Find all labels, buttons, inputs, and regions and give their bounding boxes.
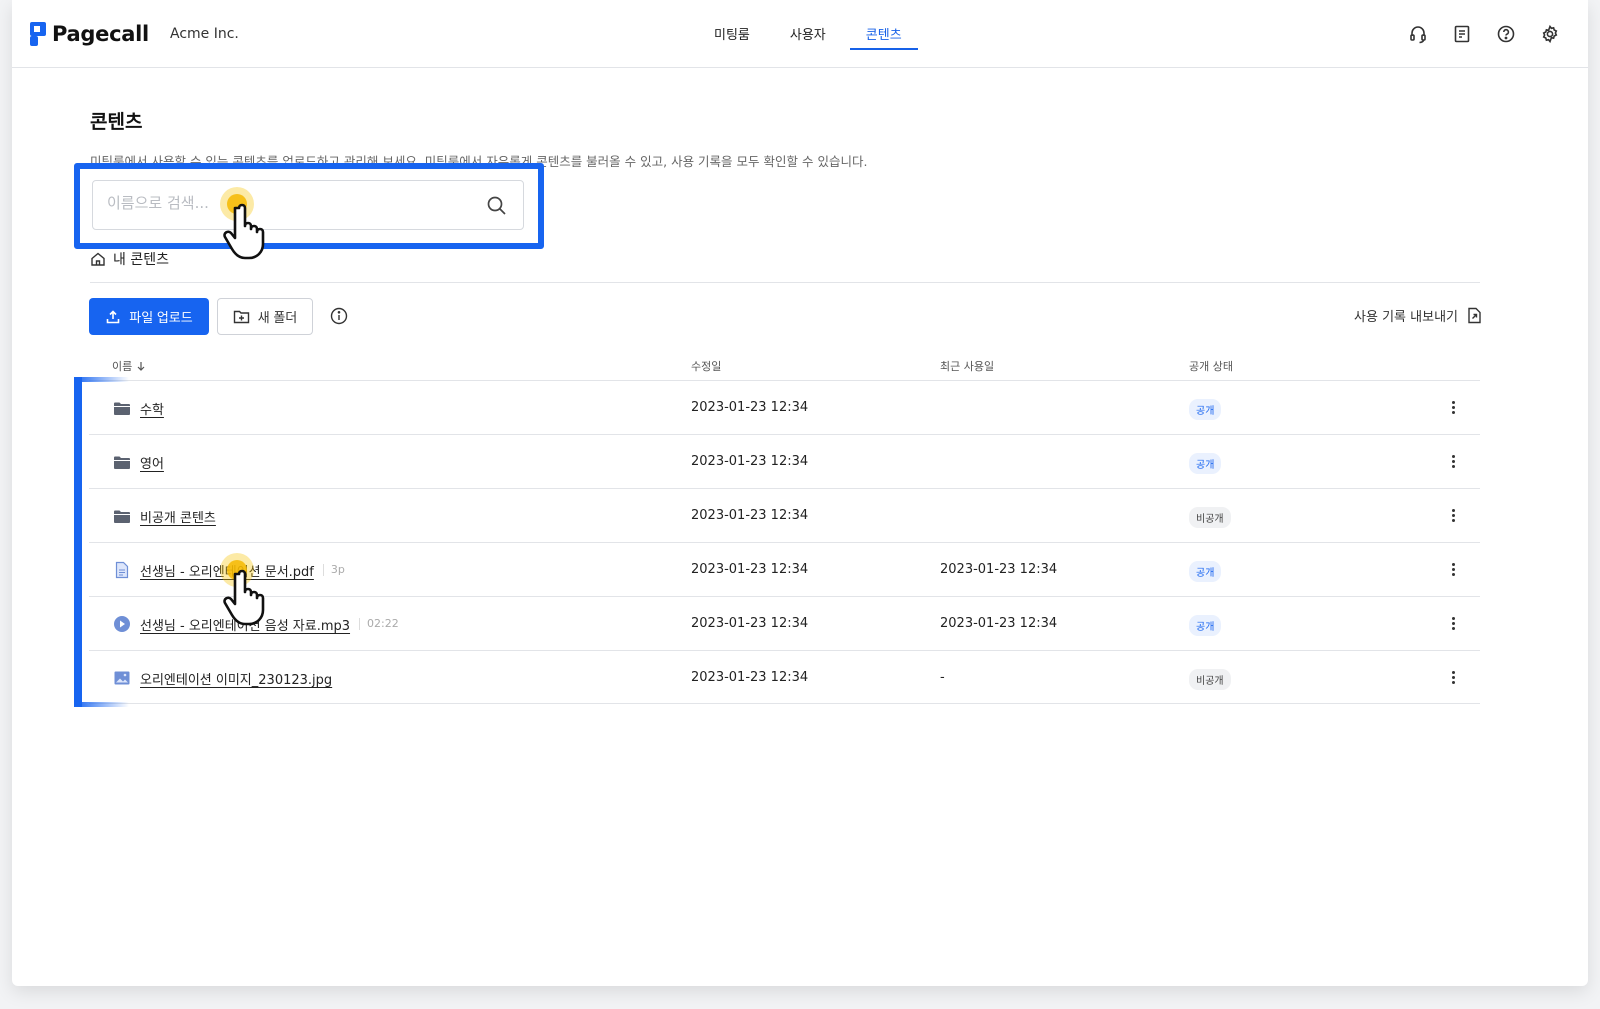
- row-name-link[interactable]: 수학: [140, 399, 164, 418]
- upload-file-label: 파일 업로드: [129, 310, 193, 325]
- page-title: 콘텐츠: [90, 111, 143, 133]
- info-icon[interactable]: [330, 307, 348, 325]
- table-row[interactable]: 비공개 콘텐츠 2023-01-23 12:34 비공개: [89, 488, 1480, 542]
- hand-pointer-icon: [220, 553, 265, 626]
- status-badge: 비공개: [1189, 507, 1231, 528]
- more-options-icon[interactable]: [1452, 401, 1456, 415]
- folder-icon: [114, 402, 130, 415]
- header-name-label: 이름: [112, 360, 133, 373]
- status-badge: 공개: [1189, 399, 1222, 420]
- list-highlight-frame: [74, 377, 82, 707]
- more-options-icon[interactable]: [1452, 509, 1456, 523]
- row-modified: 2023-01-23 12:34: [691, 562, 809, 577]
- header-icons: [1408, 24, 1560, 44]
- top-bar: Pagecall Acme Inc. 미팅룸 사용자 콘텐츠: [12, 0, 1588, 68]
- pagecall-logo-icon: [30, 22, 46, 46]
- row-name-link[interactable]: 비공개 콘텐츠: [140, 507, 216, 526]
- row-modified: 2023-01-23 12:34: [691, 454, 809, 469]
- search-highlight-frame: [74, 163, 544, 249]
- status-badge: 공개: [1189, 453, 1222, 474]
- table-row[interactable]: 영어 2023-01-23 12:34 공개: [89, 434, 1480, 488]
- sort-down-icon: [137, 362, 145, 371]
- more-options-icon[interactable]: [1452, 455, 1456, 469]
- row-name-cell: 비공개 콘텐츠: [113, 489, 216, 543]
- row-last-used: 2023-01-23 12:34: [940, 616, 1058, 631]
- page-count: 3p: [322, 564, 345, 576]
- breadcrumb-label: 내 콘텐츠: [113, 252, 169, 268]
- table-row[interactable]: 선생님 - 오리엔테이션 음성 자료.mp3 02:22 2023-01-23 …: [89, 596, 1480, 650]
- upload-file-button[interactable]: 파일 업로드: [89, 298, 209, 335]
- divider: [90, 282, 1480, 283]
- table-row[interactable]: 선생님 - 오리엔테이션 문서.pdf 3p 2023-01-23 12:34 …: [89, 542, 1480, 596]
- header-status: 공개 상태: [1189, 358, 1233, 374]
- row-name-cell: 수학: [113, 381, 164, 435]
- document-icon[interactable]: [1452, 24, 1472, 44]
- row-name-link[interactable]: 영어: [140, 453, 164, 472]
- upload-icon: [106, 309, 120, 323]
- headset-icon[interactable]: [1408, 24, 1428, 44]
- header-last-used-label: 최근 사용일: [940, 360, 995, 373]
- status-badge: 공개: [1189, 561, 1222, 582]
- main-nav: 미팅룸 사용자 콘텐츠: [694, 0, 918, 68]
- header-modified: 수정일: [691, 358, 721, 374]
- pdf-document-icon: [115, 561, 129, 579]
- row-modified: 2023-01-23 12:34: [691, 616, 809, 631]
- row-modified: 2023-01-23 12:34: [691, 400, 809, 415]
- status-badge: 비공개: [1189, 669, 1231, 690]
- org-name: Acme Inc.: [170, 26, 239, 42]
- nav-meetings[interactable]: 미팅룸: [694, 0, 770, 50]
- more-options-icon[interactable]: [1452, 617, 1456, 631]
- header-name[interactable]: 이름: [112, 358, 146, 374]
- status-badge: 공개: [1189, 615, 1222, 636]
- row-name-cell: 영어: [113, 435, 164, 489]
- row-name-link[interactable]: 오리엔테이션 이미지_230123.jpg: [140, 669, 332, 688]
- header-last-used: 최근 사용일: [940, 358, 994, 374]
- hand-pointer-icon: [220, 187, 265, 260]
- export-usage-label: 사용 기록 내보내기: [1354, 310, 1458, 325]
- audio-play-icon: [114, 616, 130, 632]
- row-last-used: 2023-01-23 12:34: [940, 562, 1058, 577]
- table-row[interactable]: 오리엔테이션 이미지_230123.jpg 2023-01-23 12:34 -…: [89, 650, 1480, 704]
- logo[interactable]: Pagecall: [30, 22, 149, 46]
- image-file-icon: [114, 671, 130, 685]
- row-modified: 2023-01-23 12:34: [691, 508, 809, 523]
- row-modified: 2023-01-23 12:34: [691, 670, 809, 685]
- new-folder-button[interactable]: 새 폴더: [217, 298, 313, 335]
- folder-icon: [114, 510, 130, 523]
- list-highlight-bottom: [74, 702, 129, 707]
- audio-duration: 02:22: [359, 618, 399, 630]
- export-usage-button[interactable]: 사용 기록 내보내기: [1354, 306, 1482, 325]
- app-window: Pagecall Acme Inc. 미팅룸 사용자 콘텐츠 콘텐츠 미팅룸에서…: [12, 0, 1588, 986]
- folder-icon: [114, 456, 130, 469]
- more-options-icon[interactable]: [1452, 563, 1456, 577]
- nav-users[interactable]: 사용자: [770, 0, 846, 50]
- new-folder-label: 새 폴더: [257, 310, 298, 325]
- help-icon[interactable]: [1496, 24, 1516, 44]
- content-list: 수학 2023-01-23 12:34 공개 영어 2023-01-23 12:…: [89, 380, 1480, 704]
- home-icon: [91, 252, 105, 266]
- list-highlight-top: [74, 377, 129, 382]
- more-options-icon[interactable]: [1452, 671, 1456, 685]
- folder-plus-icon: [233, 310, 249, 324]
- export-file-icon: [1468, 307, 1481, 324]
- nav-contents[interactable]: 콘텐츠: [849, 0, 918, 50]
- row-last-used: -: [940, 670, 945, 685]
- table-row[interactable]: 수학 2023-01-23 12:34 공개: [89, 380, 1480, 434]
- settings-icon[interactable]: [1540, 24, 1560, 44]
- header-status-label: 공개 상태: [1189, 360, 1233, 373]
- logo-text: Pagecall: [52, 22, 149, 46]
- header-modified-label: 수정일: [691, 360, 722, 373]
- row-name-cell: 오리엔테이션 이미지_230123.jpg: [113, 651, 332, 705]
- breadcrumb[interactable]: 내 콘텐츠: [90, 249, 169, 269]
